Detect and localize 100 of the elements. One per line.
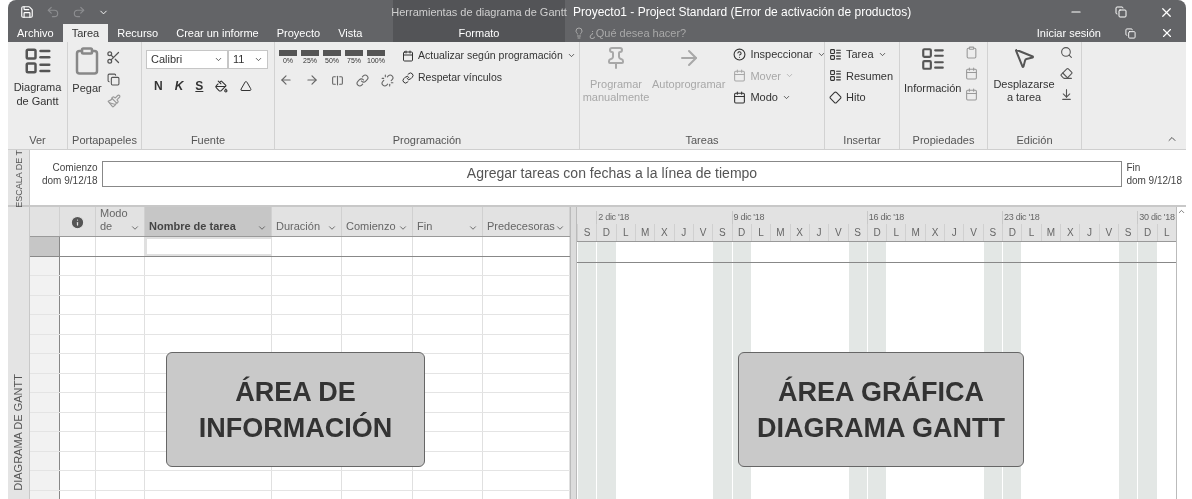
ribbon-tab[interactable]: Recurso [108,24,168,42]
ribbon-tab[interactable]: Vista [329,24,372,42]
ribbon-tab[interactable]: Tarea [62,24,109,42]
inspect-button[interactable]: Inspeccionar [733,46,824,63]
group-label: Edición [1016,132,1053,148]
update-schedule-button[interactable]: Actualizar según programación [402,48,576,64]
group-label: Propiedades [912,132,975,148]
italic-button[interactable]: K [174,77,184,95]
caret-icon [555,223,565,233]
day-label: V [828,224,848,241]
restore-icon[interactable] [1125,27,1136,39]
ribbon-tab[interactable]: Crear un informe [167,24,268,42]
timeline-bar[interactable]: Agregar tareas con fechas a la línea de tiempo [101,160,1123,187]
summary-button[interactable]: Resumen [829,67,894,84]
day-label: M [634,224,655,241]
fill-down-icon[interactable] [1060,88,1073,101]
ribbon-tab[interactable]: Archivo [8,24,63,42]
summary-icon [829,69,842,83]
column-header[interactable]: Nombre de tarea [145,207,272,236]
day-label: D [731,224,751,241]
paint-bucket-icon[interactable] [215,79,229,93]
mode-button[interactable]: Modo [733,89,824,106]
group-label: Insertar [843,132,881,148]
caret-icon [254,55,263,64]
column-header[interactable]: Fin [413,207,483,236]
day-label: J [673,224,693,241]
brush-icon[interactable] [106,94,121,108]
day-label: S [847,224,867,241]
row-header[interactable] [30,354,60,373]
area-callout: ÁREA GRÁFICA DIAGRAMA GANTT [738,352,1024,467]
row-header[interactable] [30,471,60,490]
day-label: M [770,224,790,241]
split-icon[interactable] [331,73,344,87]
week-label: 9 dic '18 [731,210,867,224]
information-button[interactable]: Información [904,46,962,97]
bold-button[interactable]: N [154,77,163,95]
info-icon [70,215,85,230]
row-header[interactable] [30,315,60,334]
underline-button[interactable]: S [195,77,204,95]
font-size-field[interactable]: 11 [228,50,268,69]
column-header[interactable]: Comienzo [342,207,413,236]
group-label: Tareas [685,132,719,148]
selected-cell[interactable] [145,237,272,256]
day-label: M [1040,224,1061,241]
unlink-icon[interactable] [381,73,394,87]
timeline-start-label: Comienzo [52,160,98,174]
group-label: Portapapeles [72,132,137,148]
day-label: S [577,224,597,241]
timeline-end-date: dom 9/12/18 [1126,173,1182,187]
week-label: 2 dic '18 [596,210,732,224]
vertical-scrollbar[interactable] [1176,207,1186,499]
link-icon[interactable] [356,73,369,87]
caret-icon [214,55,223,64]
column-header[interactable]: Duración [272,207,342,236]
row-header[interactable] [30,393,60,412]
close-icon[interactable] [1160,26,1174,40]
outdent-icon[interactable] [279,73,293,87]
redo-icon[interactable] [72,5,86,19]
scroll-up-icon[interactable] [1177,207,1186,216]
caret-icon [257,223,267,233]
eraser-icon[interactable] [1060,67,1073,80]
context-tools-title: Herramientas de diagrama de Gantt [391,4,567,20]
save-icon[interactable] [20,5,34,19]
row-header[interactable] [30,432,60,451]
link-icon [402,71,414,84]
gantt-chart-button[interactable]: Diagrama de Gantt [12,46,63,108]
copy-icon[interactable] [106,73,121,86]
task-button[interactable]: Tarea [829,46,894,63]
notes-icon[interactable] [965,46,979,59]
caret-icon [468,223,478,233]
day-label: D [866,224,887,241]
day-label: L [886,224,906,241]
ribbon-tab[interactable]: Proyecto [267,24,330,42]
cursor-icon [1012,46,1036,70]
indent-icon[interactable] [305,73,319,87]
day-label: D [1002,224,1022,241]
day-label: J [1079,224,1099,241]
font-field[interactable]: Calibri [146,50,228,69]
caret-icon [327,223,337,233]
week-label: 23 dic '18 [1002,210,1138,224]
restore-icon[interactable] [1115,6,1127,18]
milestone-button[interactable]: Hito [829,89,894,106]
search-icon[interactable] [1060,46,1073,59]
help-icon [733,47,747,61]
sign-in-link[interactable]: Iniciar sesión [1036,24,1101,42]
scissors-icon[interactable] [106,50,121,65]
day-label: S [712,224,732,241]
day-label: M [905,224,925,241]
day-label: L [615,224,635,241]
scroll-to-task-button[interactable]: Desplazarse a tarea [992,46,1056,104]
day-label: J [808,224,829,241]
day-label: L [1156,224,1176,241]
paste-button[interactable]: Pegar [72,46,102,97]
respect-links-button[interactable]: Respetar vínculos [402,69,576,86]
day-label: L [1021,224,1041,241]
calendar-icon[interactable] [965,88,979,101]
timeline-start-date: dom 9/12/18 [42,173,98,187]
row-header[interactable] [30,276,60,295]
undo-icon[interactable] [46,5,60,19]
week-label: 16 dic '18 [866,210,1003,224]
